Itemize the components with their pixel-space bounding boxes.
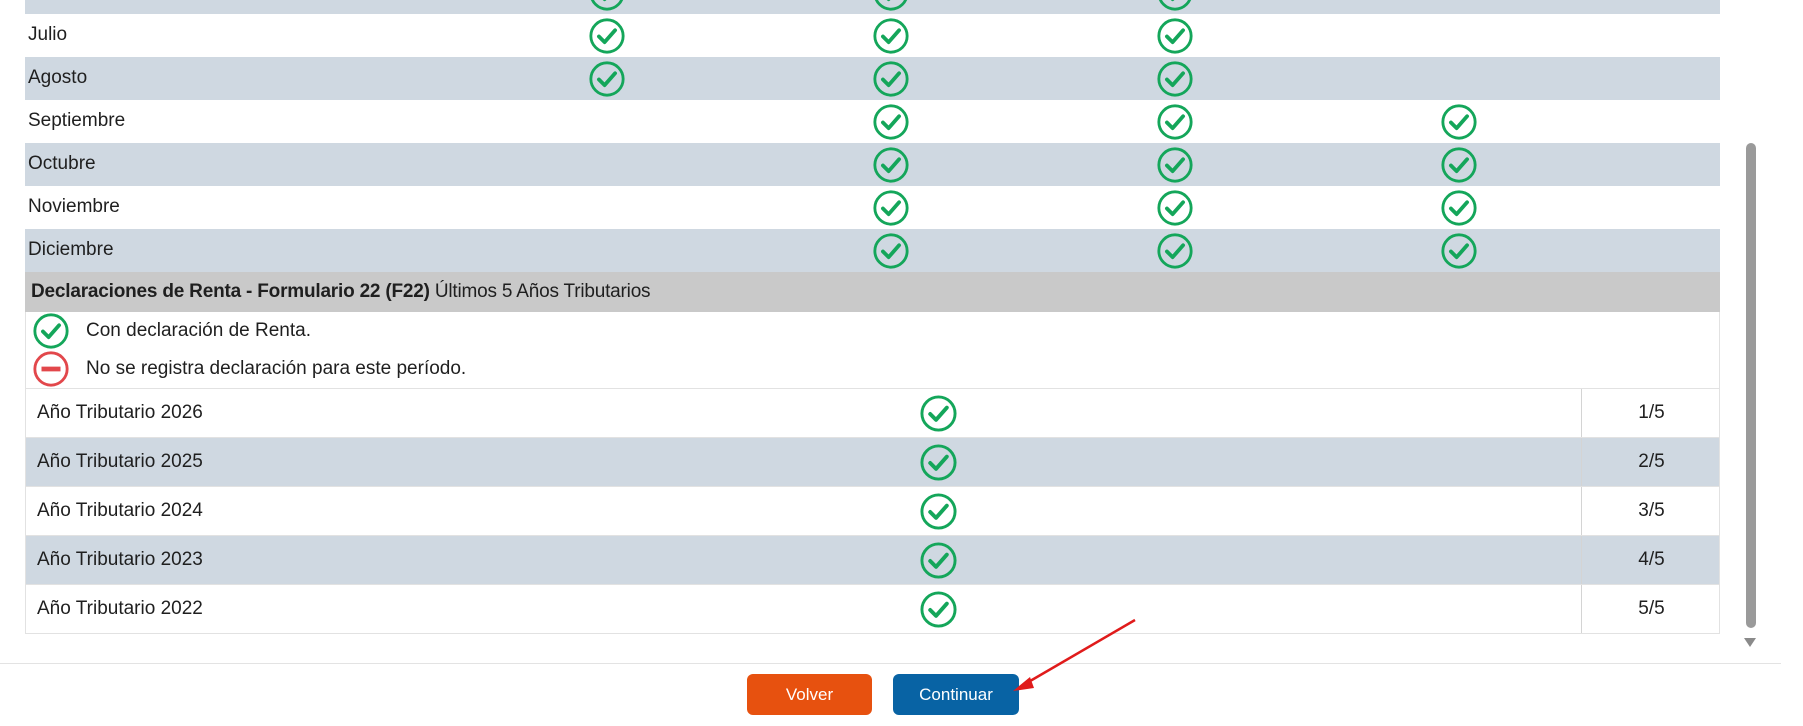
year-row: Año Tributario 2026 1/5 bbox=[25, 388, 1720, 437]
check-circle-icon bbox=[1158, 0, 1192, 11]
check-circle-icon bbox=[589, 61, 625, 97]
check-circle-icon bbox=[873, 233, 909, 269]
year-fraction: 4/5 bbox=[1581, 536, 1721, 584]
legend-label-with: Con declaración de Renta. bbox=[86, 320, 311, 341]
check-circle-icon bbox=[920, 591, 957, 628]
month-label: Julio bbox=[28, 24, 68, 45]
month-label: Septiembre bbox=[28, 110, 126, 131]
monthly-row: Julio bbox=[25, 14, 1720, 57]
monthly-row: Diciembre bbox=[25, 229, 1720, 272]
minus-circle-icon bbox=[33, 351, 69, 387]
monthly-row: Agosto bbox=[25, 57, 1720, 100]
check-circle-icon bbox=[920, 493, 957, 530]
f22-legend: Con declaración de Renta. No se registra… bbox=[25, 312, 1720, 388]
check-circle-icon bbox=[873, 147, 909, 183]
check-circle-icon bbox=[920, 395, 957, 432]
month-label: Octubre bbox=[28, 153, 96, 174]
month-label: Agosto bbox=[28, 67, 88, 88]
year-label: Año Tributario 2024 bbox=[37, 500, 203, 521]
month-label: Noviembre bbox=[28, 196, 120, 217]
monthly-row-partial bbox=[25, 0, 1720, 14]
check-circle-icon bbox=[1157, 61, 1193, 97]
check-circle-icon bbox=[33, 313, 69, 349]
check-circle-icon bbox=[1441, 104, 1477, 140]
year-fraction: 1/5 bbox=[1581, 389, 1721, 437]
footer-divider bbox=[0, 663, 1781, 664]
year-fraction: 2/5 bbox=[1581, 438, 1721, 486]
scrollbar-thumb[interactable] bbox=[1746, 143, 1756, 628]
back-button[interactable]: Volver bbox=[747, 674, 872, 715]
scroll-down-arrow-icon[interactable] bbox=[1744, 638, 1756, 647]
check-circle-icon bbox=[1157, 18, 1193, 54]
check-circle-icon bbox=[920, 542, 957, 579]
year-label: Año Tributario 2023 bbox=[37, 549, 203, 570]
check-circle-icon bbox=[873, 190, 909, 226]
check-circle-icon bbox=[1157, 233, 1193, 269]
f22-section-title: Declaraciones de Renta - Formulario 22 (… bbox=[31, 281, 651, 303]
legend-label-without: No se registra declaración para este per… bbox=[86, 358, 467, 379]
year-row: Año Tributario 2022 5/5 bbox=[25, 584, 1720, 634]
f22-title-rest: Últimos 5 Años Tributarios bbox=[429, 281, 651, 302]
main-content: Julio Agosto Septiembre Octubre Noviembr… bbox=[25, 0, 1720, 634]
year-fraction: 5/5 bbox=[1581, 585, 1721, 633]
check-circle-icon bbox=[874, 0, 908, 11]
year-row: Año Tributario 2025 2/5 bbox=[25, 437, 1720, 486]
check-circle-icon bbox=[873, 18, 909, 54]
check-circle-icon bbox=[920, 444, 957, 481]
monthly-row: Noviembre bbox=[25, 186, 1720, 229]
f22-title-bold: Declaraciones de Renta - Formulario 22 (… bbox=[31, 281, 430, 302]
f22-section-header: Declaraciones de Renta - Formulario 22 (… bbox=[25, 272, 1720, 312]
year-fraction: 3/5 bbox=[1581, 487, 1721, 535]
check-circle-icon bbox=[1157, 147, 1193, 183]
year-row: Año Tributario 2023 4/5 bbox=[25, 535, 1720, 584]
check-circle-icon bbox=[873, 61, 909, 97]
check-circle-icon bbox=[589, 18, 625, 54]
month-label: Diciembre bbox=[28, 239, 114, 260]
year-label: Año Tributario 2026 bbox=[37, 402, 203, 423]
year-row: Año Tributario 2024 3/5 bbox=[25, 486, 1720, 535]
year-label: Año Tributario 2022 bbox=[37, 598, 203, 619]
check-circle-icon bbox=[873, 104, 909, 140]
check-circle-icon bbox=[1441, 190, 1477, 226]
check-circle-icon bbox=[1441, 233, 1477, 269]
continue-button[interactable]: Continuar bbox=[893, 674, 1019, 715]
monthly-row: Septiembre bbox=[25, 100, 1720, 143]
monthly-row: Octubre bbox=[25, 143, 1720, 186]
check-circle-icon bbox=[1157, 190, 1193, 226]
year-label: Año Tributario 2025 bbox=[37, 451, 203, 472]
check-circle-icon bbox=[590, 0, 624, 11]
check-circle-icon bbox=[1157, 104, 1193, 140]
check-circle-icon bbox=[1441, 147, 1477, 183]
